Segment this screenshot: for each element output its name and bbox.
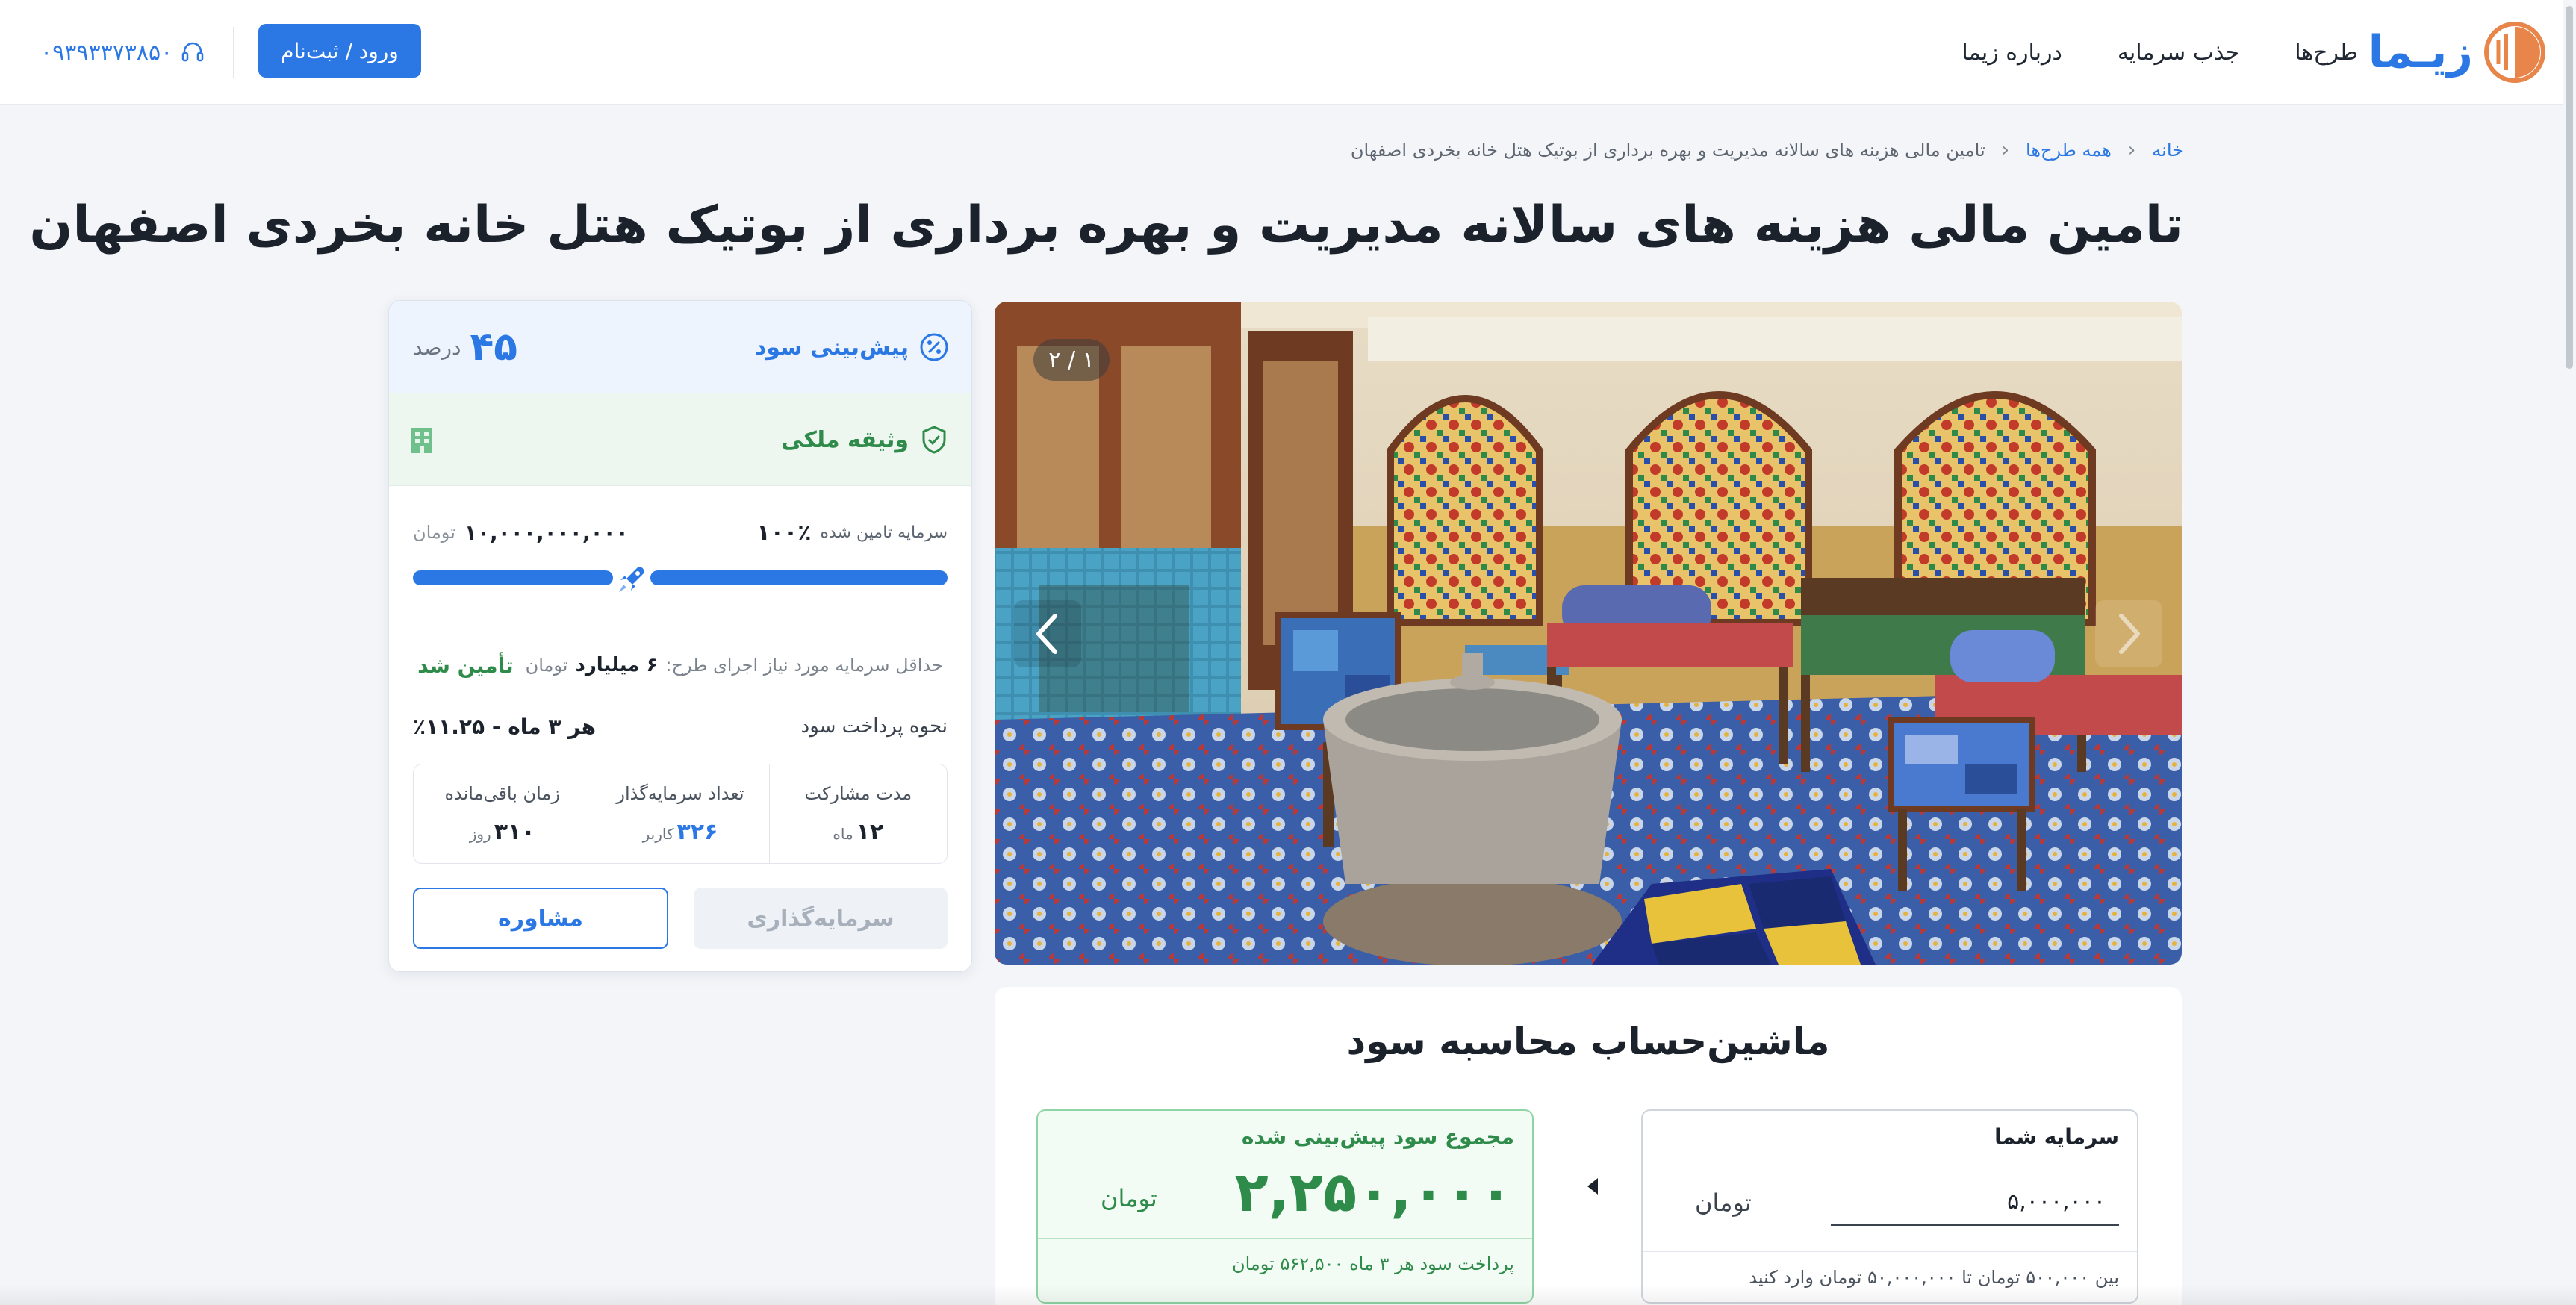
calculator-title: ماشین‌حساب محاسبه سود (1346, 1020, 1830, 1063)
logo[interactable]: زیـما (2368, 16, 2546, 88)
plan-stats: مدت مشارکت ۱۲ ماه تعداد سرمایه‌گذار ۳۲۶ … (413, 764, 948, 864)
logo-text: زیـما (2368, 26, 2474, 78)
chevron-right-icon (2119, 614, 2140, 654)
percent-badge-icon (920, 333, 948, 361)
shield-check-icon (922, 426, 946, 454)
investment-input-unit: تومان (1695, 1189, 1752, 1217)
payment-method-row: نحوه پرداخت سود هر ۳ ماه - ۱۱.۲۵٪ (413, 711, 948, 741)
profit-value: ۴۵ (470, 325, 517, 370)
nav-item-about[interactable]: درباره زیما (1961, 40, 2062, 66)
page-scrollbar[interactable] (2563, 0, 2576, 1305)
funded-amount: ۱۰,۰۰۰,۰۰۰,۰۰۰ (464, 520, 629, 545)
header-divider (233, 27, 234, 78)
carousel-prev-button[interactable] (1014, 600, 1081, 667)
nav-item-plans[interactable]: طرح‌ها (2295, 40, 2358, 66)
breadcrumb-home[interactable]: خانه (2152, 140, 2183, 161)
zima-logo-icon (2484, 22, 2545, 83)
result-title: مجموع سود پیش‌بینی شده (1241, 1124, 1514, 1149)
breadcrumb-all-plans[interactable]: همه طرح‌ها (2026, 140, 2112, 161)
stat-value: ۱۲ (856, 818, 884, 845)
progress-fill-left (413, 570, 613, 585)
rocket-icon (619, 567, 644, 592)
invest-button[interactable]: سرمایه‌گذاری (694, 888, 948, 949)
bottom-fade (0, 1284, 2576, 1305)
profit-label: پیش‌بینی سود (754, 334, 909, 361)
building-icon (411, 428, 432, 453)
stat-remaining: زمان باقی‌مانده ۳۱۰ روز (414, 764, 591, 863)
chevron-left-icon: ‹ (2001, 139, 2010, 161)
caret-left-icon (1587, 1178, 1598, 1195)
image-carousel[interactable]: ۲ / ۱ (995, 302, 2182, 965)
profit-calculator: ماشین‌حساب محاسبه سود سرمایه شما تومان ب… (995, 987, 2182, 1305)
top-header: زیـما طرح‌ها جذب سرمایه درباره زیما ورود… (0, 0, 2576, 105)
min-capital-value: ۶ میلیارد (575, 654, 659, 676)
slide-counter: ۲ / ۱ (1033, 339, 1110, 381)
stat-unit: ماه (833, 824, 853, 843)
progress-fill-right (650, 570, 948, 585)
funding-summary: سرمایه تامین شده ۱۰۰٪ ۱۰,۰۰۰,۰۰۰,۰۰۰ توم… (413, 517, 948, 547)
phone-number: ۰۹۳۹۳۳۷۳۸۵۰ (40, 39, 173, 66)
stat-value: ۳۱۰ (494, 818, 535, 845)
stat-investors: تعداد سرمایه‌گذار ۳۲۶ کاربر (591, 764, 768, 863)
funded-amount-unit: تومان (413, 522, 455, 543)
headset-icon (182, 42, 204, 62)
stat-unit: کاربر (642, 824, 674, 843)
funded-label: سرمایه تامین شده (820, 523, 948, 542)
profit-forecast-row: پیش‌بینی سود ۴۵ درصد (389, 301, 971, 393)
page-title: تامین مالی هزینه های سالانه مدیریت و بهر… (29, 196, 2183, 255)
main-nav: طرح‌ها جذب سرمایه درباره زیما (1961, 0, 2358, 105)
login-signup-button[interactable]: ورود / ثبت‌نام (258, 24, 421, 78)
minimum-capital-row: حداقل سرمایه مورد نیاز اجرای طرح: ۶ میلی… (389, 650, 971, 680)
stat-label: زمان باقی‌مانده (444, 782, 560, 804)
nav-item-raise-capital[interactable]: جذب سرمایه (2118, 40, 2239, 66)
result-footer: پرداخت سود هر ۳ ماه ۵۶۲,۵۰۰ تومان (1231, 1253, 1514, 1274)
breadcrumb-current: تامین مالی هزینه های سالانه مدیریت و بهر… (1350, 140, 1985, 161)
collateral-label: وثیقه ملکی (780, 426, 909, 453)
chevron-left-icon: ‹ (2127, 139, 2136, 161)
scrollbar-thumb[interactable] (2566, 6, 2573, 369)
investment-input-title: سرمایه شما (1994, 1124, 2119, 1149)
stat-unit: روز (469, 824, 491, 843)
investment-card: پیش‌بینی سود ۴۵ درصد وثیقه ملکی سرمایه ت… (388, 300, 972, 972)
investment-amount-input[interactable] (1831, 1178, 2119, 1226)
min-capital-unit: تومان (525, 655, 568, 676)
funded-status: تأمین شد (417, 652, 514, 678)
carousel-next-button[interactable] (2095, 600, 2162, 667)
payment-value: هر ۳ ماه - ۱۱.۲۵٪ (413, 714, 597, 739)
investment-input-box: سرمایه شما تومان بین ۵۰۰,۰۰۰ تومان تا ۵۰… (1641, 1109, 2138, 1304)
result-unit: تومان (1101, 1184, 1157, 1212)
support-phone[interactable]: ۰۹۳۹۳۳۷۳۸۵۰ (40, 30, 205, 75)
collateral-row: وثیقه ملکی (389, 393, 971, 486)
result-value: ۲,۲۵۰,۰۰۰ (1234, 1160, 1513, 1224)
stat-label: مدت مشارکت (804, 782, 912, 804)
breadcrumb: خانه ‹ همه طرح‌ها ‹ تامین مالی هزینه های… (1351, 139, 2183, 161)
hotel-courtyard-image (995, 302, 2182, 965)
profit-result-box: مجموع سود پیش‌بینی شده ۲,۲۵۰,۰۰۰ تومان پ… (1036, 1109, 1534, 1304)
funding-progress-bar (413, 562, 948, 595)
min-capital-label: حداقل سرمایه مورد نیاز اجرای طرح: (665, 655, 943, 676)
stat-label: تعداد سرمایه‌گذار (616, 782, 744, 804)
stat-value: ۳۲۶ (676, 818, 718, 845)
consult-button[interactable]: مشاوره (413, 888, 668, 949)
payment-label: نحوه پرداخت سود (800, 715, 948, 738)
chevron-left-icon (1036, 614, 1057, 654)
stat-duration: مدت مشارکت ۱۲ ماه (768, 764, 947, 863)
funded-percent: ۱۰۰٪ (756, 519, 812, 546)
profit-unit: درصد (413, 334, 461, 360)
